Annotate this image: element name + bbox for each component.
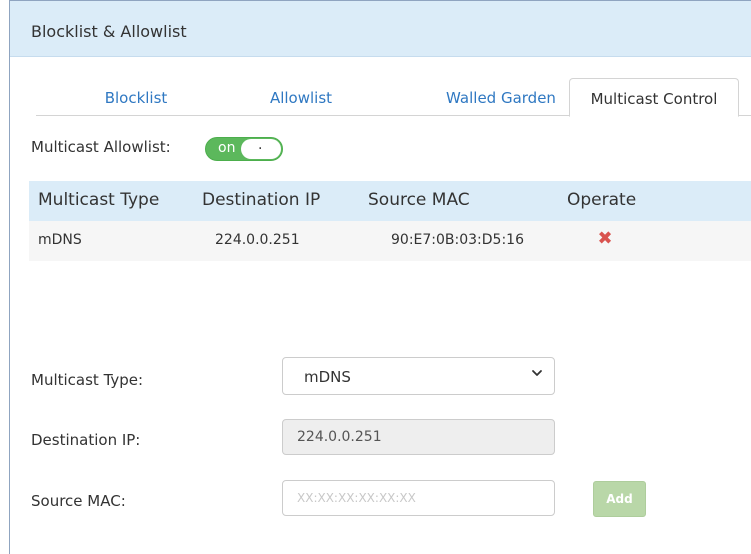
multicast-type-label: Multicast Type: bbox=[31, 371, 144, 389]
column-header-destination-ip: Destination IP bbox=[202, 190, 321, 210]
multicast-allowlist-label: Multicast Allowlist: bbox=[31, 138, 171, 156]
multicast-type-select[interactable]: mDNS bbox=[282, 357, 555, 395]
multicast-table: Multicast Type Destination IP Source MAC… bbox=[29, 181, 751, 261]
column-header-multicast-type: Multicast Type bbox=[38, 190, 160, 210]
cell-destination-ip: 224.0.0.251 bbox=[215, 232, 300, 248]
panel-title: Blocklist & Allowlist bbox=[31, 22, 187, 41]
chevron-down-icon bbox=[532, 370, 542, 376]
panel-header: Blocklist & Allowlist bbox=[10, 1, 751, 57]
add-button[interactable]: Add bbox=[593, 481, 646, 517]
multicast-type-selected-value: mDNS bbox=[304, 368, 351, 386]
destination-ip-label: Destination IP: bbox=[31, 431, 141, 449]
tab-walled-garden[interactable]: Walled Garden bbox=[406, 78, 596, 116]
multicast-allowlist-toggle[interactable]: on . bbox=[205, 137, 283, 161]
tab-allowlist[interactable]: Allowlist bbox=[206, 78, 396, 116]
column-header-operate: Operate bbox=[567, 190, 637, 210]
tab-multicast-control[interactable]: Multicast Control bbox=[569, 78, 739, 117]
blocklist-allowlist-panel: Blocklist & Allowlist Blocklist Allowlis… bbox=[9, 0, 751, 554]
table-header: Multicast Type Destination IP Source MAC… bbox=[29, 181, 751, 221]
column-header-source-mac: Source MAC bbox=[368, 190, 470, 210]
toggle-state-text: on bbox=[218, 140, 236, 156]
tab-bar: Blocklist Allowlist Walled Garden Multic… bbox=[36, 78, 751, 117]
table-row: mDNS 224.0.0.251 90:E7:0B:03:D5:16 ✖ bbox=[29, 221, 751, 261]
toggle-knob: . bbox=[241, 137, 281, 159]
source-mac-label: Source MAC: bbox=[31, 492, 126, 510]
cell-multicast-type: mDNS bbox=[38, 232, 82, 248]
source-mac-field[interactable] bbox=[282, 480, 555, 516]
destination-ip-field[interactable] bbox=[282, 419, 555, 455]
cell-source-mac: 90:E7:0B:03:D5:16 bbox=[391, 232, 524, 248]
toggle-knob-text: . bbox=[258, 137, 263, 153]
delete-icon[interactable]: ✖ bbox=[595, 229, 615, 249]
